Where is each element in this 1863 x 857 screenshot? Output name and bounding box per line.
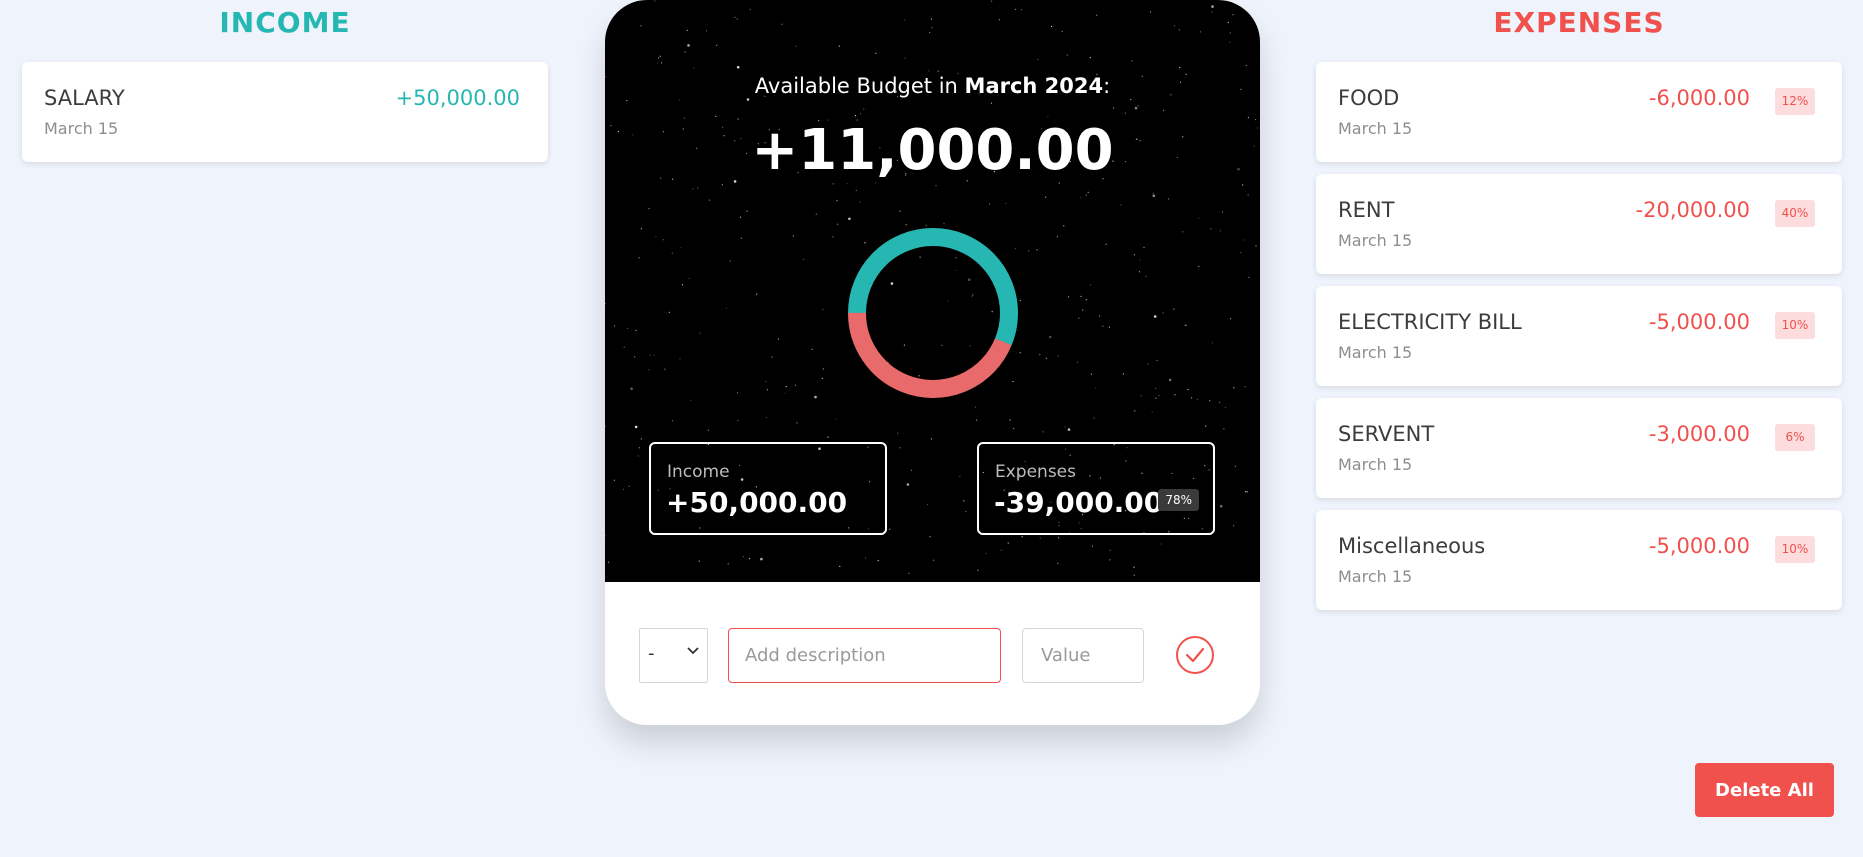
expense-item-value: -3,000.00 (1648, 422, 1750, 446)
expense-item-date: March 15 (1338, 455, 1413, 474)
budget-heading-prefix: Available Budget in (754, 74, 958, 98)
expenses-percent-badge: 78% (1158, 489, 1199, 511)
expense-item[interactable]: FOOD March 15 -6,000.00 12% (1316, 62, 1842, 162)
budget-month: March 2024 (964, 74, 1104, 98)
expense-item-description: SERVENT (1338, 422, 1435, 446)
expense-item[interactable]: RENT March 15 -20,000.00 40% (1316, 174, 1842, 274)
expense-item[interactable]: Miscellaneous March 15 -5,000.00 10% (1316, 510, 1842, 610)
income-item-date: March 15 (44, 119, 119, 138)
income-summary-box: Income +50,000.00 (649, 442, 887, 535)
description-input[interactable] (728, 628, 1001, 683)
expense-item-description: RENT (1338, 198, 1395, 222)
expense-item-description: ELECTRICITY BILL (1338, 310, 1522, 334)
expenses-list: FOOD March 15 -6,000.00 12% RENT March 1… (1316, 62, 1842, 622)
income-summary-label: Income (667, 462, 730, 482)
income-item[interactable]: SALARY March 15 +50,000.00 (22, 62, 548, 162)
expense-item[interactable]: ELECTRICITY BILL March 15 -5,000.00 10% (1316, 286, 1842, 386)
type-select-value: - (648, 643, 655, 664)
expenses-summary-value: -39,000.00 (994, 486, 1164, 519)
expenses-summary-box: Expenses -39,000.00 78% (977, 442, 1215, 535)
income-summary-value: +50,000.00 (666, 486, 848, 519)
chevron-down-icon (687, 647, 699, 655)
expense-item-date: March 15 (1338, 119, 1413, 138)
expense-item[interactable]: SERVENT March 15 -3,000.00 6% (1316, 398, 1842, 498)
expense-item-date: March 15 (1338, 231, 1413, 250)
expense-item-date: March 15 (1338, 567, 1413, 586)
expense-item-percent-badge: 6% (1775, 424, 1815, 451)
budget-card: Available Budget in March 2024: +11,000.… (605, 0, 1260, 725)
expense-item-value: -20,000.00 (1635, 198, 1750, 222)
budget-heading: Available Budget in March 2024: (605, 74, 1260, 98)
budget-donut-chart (848, 228, 1018, 398)
expenses-column-title: EXPENSES (1493, 6, 1665, 39)
expense-item-value: -6,000.00 (1648, 86, 1750, 110)
expense-item-description: FOOD (1338, 86, 1400, 110)
type-select[interactable]: - (639, 628, 708, 683)
expense-item-percent-badge: 12% (1775, 88, 1815, 115)
value-input[interactable] (1022, 628, 1144, 683)
submit-button[interactable] (1176, 636, 1214, 674)
expense-item-percent-badge: 10% (1775, 312, 1815, 339)
add-item-form: - (605, 582, 1260, 725)
expense-item-percent-badge: 10% (1775, 536, 1815, 563)
budget-heading-suffix: : (1103, 74, 1111, 98)
income-list: SALARY March 15 +50,000.00 (22, 62, 548, 174)
expense-item-percent-badge: 40% (1775, 200, 1815, 227)
income-column-title: INCOME (219, 6, 351, 39)
expenses-summary-label: Expenses (995, 462, 1076, 482)
donut-expenses-arc (848, 228, 1018, 398)
expense-item-value: -5,000.00 (1648, 310, 1750, 334)
expense-item-value: -5,000.00 (1648, 534, 1750, 558)
check-icon (1185, 647, 1205, 663)
available-budget-amount: +11,000.00 (751, 118, 1114, 183)
expense-item-date: March 15 (1338, 343, 1413, 362)
budget-header-background: Available Budget in March 2024: +11,000.… (605, 0, 1260, 582)
expense-item-description: Miscellaneous (1338, 534, 1486, 558)
delete-all-button[interactable]: Delete All (1695, 763, 1834, 817)
income-item-value: +50,000.00 (395, 86, 520, 110)
income-item-description: SALARY (44, 86, 125, 110)
